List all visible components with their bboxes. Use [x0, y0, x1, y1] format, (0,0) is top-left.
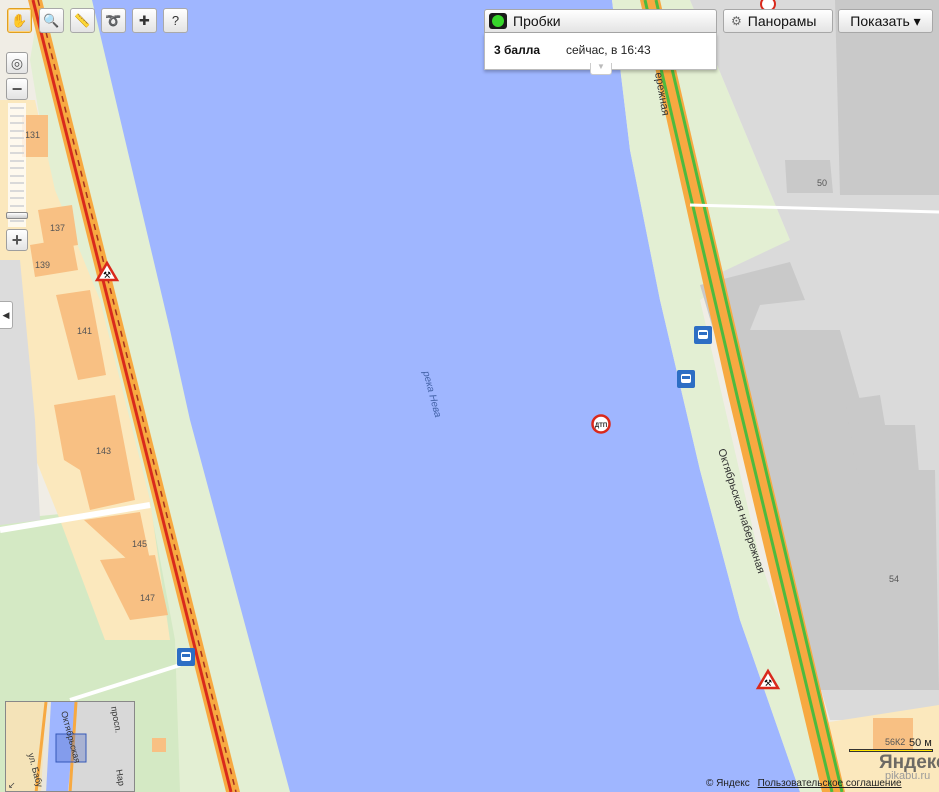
zoom-tick [10, 114, 24, 117]
panorama-icon: ⚙ [731, 14, 742, 28]
zoom-tick [10, 159, 24, 162]
svg-text:⚒: ⚒ [103, 270, 111, 280]
scale-label-wrap: 50 м [909, 737, 932, 749]
zoom-tick [10, 122, 24, 124]
svg-text:147: 147 [140, 593, 155, 603]
zoom-tick [10, 107, 24, 109]
copyright-owner: © Яндекс [706, 778, 750, 789]
magnifier-tool-button[interactable]: 🔍 [39, 8, 64, 33]
svg-text:143: 143 [96, 446, 111, 456]
bus-stop-icon[interactable] [177, 648, 195, 666]
zoom-in-button[interactable]: + [6, 229, 28, 251]
what-here-tool-button[interactable]: ? [163, 8, 188, 33]
svg-text:145: 145 [132, 539, 147, 549]
map-canvas[interactable]: 131 137 139 141 143 145 147 50 54 56К2 р… [0, 0, 939, 792]
zoom-tick [10, 129, 24, 132]
accident-marker-icon[interactable]: ДТП [591, 414, 611, 434]
add-object-icon: ✚ [139, 12, 150, 28]
zoom-slider-handle[interactable] [6, 211, 28, 219]
zoom-out-button[interactable]: − [6, 78, 28, 100]
ruler-tool-button[interactable]: 📏 [70, 8, 95, 33]
zoom-tick [10, 182, 24, 184]
popup-collapse-handle[interactable]: ▼ [590, 62, 612, 75]
bus-stop-icon[interactable] [694, 326, 712, 344]
overview-minimap[interactable]: Октябрьская просп. ул. Бабу Нар ↙ [5, 701, 135, 792]
traffic-score: 3 балла [494, 43, 541, 57]
traffic-time: сейчас, в 16:43 [566, 43, 651, 57]
scale-label: 50 м [909, 737, 932, 749]
hand-icon: ✋ [11, 12, 28, 28]
svg-text:50: 50 [817, 178, 827, 188]
bus-stop-icon[interactable] [677, 370, 695, 388]
route-icon: ➰ [105, 12, 122, 28]
panoramas-label: Панорамы [747, 13, 817, 29]
svg-text:139: 139 [35, 260, 50, 270]
ruler-icon: 📏 [74, 12, 91, 28]
zoom-tick [10, 197, 24, 199]
zoom-slider[interactable] [6, 103, 28, 227]
zoom-tick [10, 137, 24, 139]
add-object-tool-button[interactable]: ✚ [132, 8, 157, 33]
svg-text:56К2: 56К2 [885, 737, 905, 747]
route-tool-button[interactable]: ➰ [101, 8, 126, 33]
zoom-tick [10, 144, 24, 147]
copyright-bar: © Яндекс Пользовательское соглашение [706, 778, 902, 789]
zoom-tick [10, 219, 24, 222]
zoom-tick [10, 174, 24, 177]
zoom-tick [10, 167, 24, 169]
cursor-question-icon: ? [171, 13, 180, 28]
panoramas-button[interactable]: ⚙ Панорамы [723, 9, 833, 33]
zoom-tick [10, 189, 24, 192]
svg-text:131: 131 [25, 130, 40, 140]
plus-icon: + [11, 229, 23, 250]
svg-text:137: 137 [50, 223, 65, 233]
show-label: Показать ▾ [850, 12, 921, 29]
traffic-light-icon [489, 13, 507, 29]
traffic-popup: 3 балла сейчас, в 16:43 ▼ [484, 33, 717, 75]
minimap-canvas: Октябрьская просп. ул. Бабу Нар [6, 702, 134, 791]
traffic-button-label: Пробки [513, 13, 561, 29]
compass-icon: ◎ [10, 54, 24, 71]
chevron-left-icon: ◀ [2, 309, 10, 320]
svg-text:141: 141 [77, 326, 92, 336]
user-agreement-link[interactable]: Пользовательское соглашение [758, 778, 902, 789]
zoom-tick [10, 152, 24, 154]
traffic-button[interactable]: Пробки [484, 9, 717, 33]
magnifier-icon: 🔍 [43, 12, 60, 28]
chevron-down-icon: ▼ [597, 62, 605, 71]
svg-text:54: 54 [889, 574, 899, 584]
minus-icon: − [11, 78, 23, 99]
svg-text:ДТП: ДТП [595, 423, 607, 429]
minimap-resize-icon[interactable]: ↙ [8, 780, 16, 791]
show-dropdown-button[interactable]: Показать ▾ [838, 9, 933, 33]
svg-text:⚒: ⚒ [764, 678, 772, 688]
locate-button[interactable]: ◎ [6, 52, 28, 74]
zoom-tick [10, 204, 24, 207]
hand-tool-button[interactable]: ✋ [7, 8, 32, 33]
sidebar-toggle[interactable]: ◀ [0, 301, 13, 329]
